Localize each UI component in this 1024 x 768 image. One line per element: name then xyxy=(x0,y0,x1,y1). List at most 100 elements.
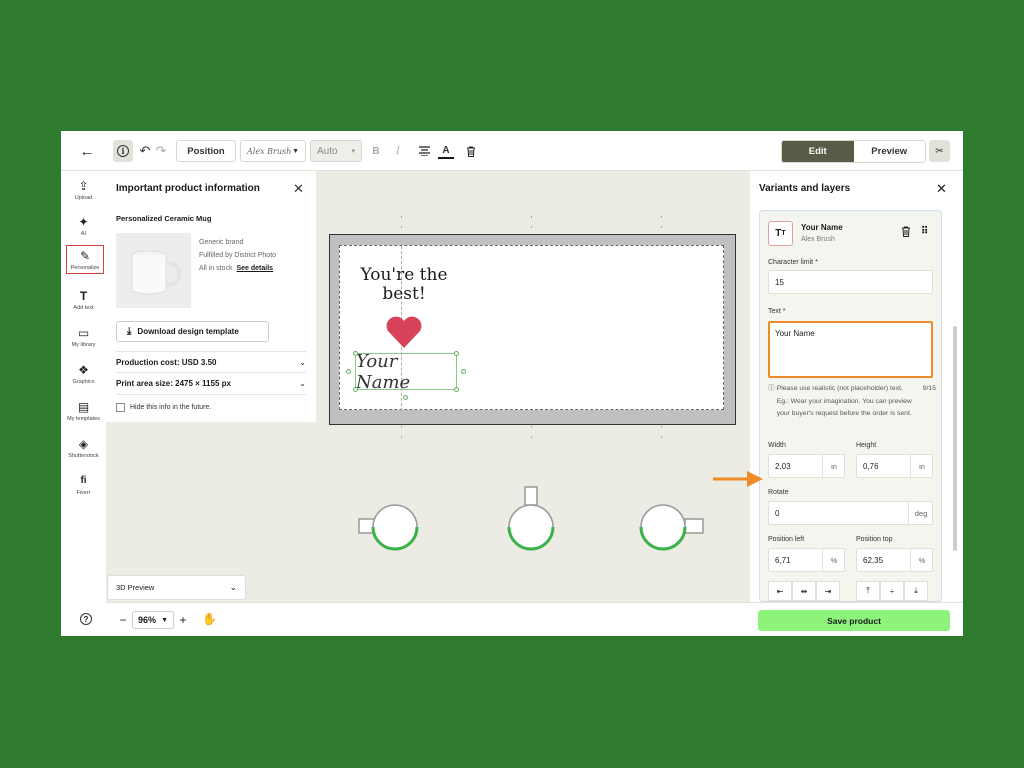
drag-handle-icon[interactable]: ⠿ xyxy=(921,226,928,237)
sidebar-item-label: My library xyxy=(71,342,96,348)
zoom-select[interactable]: 96% ▼ xyxy=(132,611,174,629)
zoom-in-icon[interactable]: + xyxy=(174,611,192,629)
preview-mode-button[interactable]: Preview xyxy=(853,141,925,162)
hide-info-checkbox[interactable] xyxy=(116,403,125,412)
font-size-value: Auto xyxy=(317,145,338,157)
callout-arrow-icon xyxy=(713,471,763,487)
align-center-v-icon[interactable]: ÷ xyxy=(880,581,904,601)
hand-tool-icon[interactable]: ✋ xyxy=(202,612,217,626)
mug-view-center[interactable] xyxy=(507,486,555,551)
chevron-down-icon: ⌄ xyxy=(229,582,237,592)
trash-icon[interactable] xyxy=(464,140,478,162)
resize-handle[interactable] xyxy=(454,351,459,356)
zoom-controls: − 96% ▼ + xyxy=(114,610,192,630)
sidebar-item-add-text[interactable]: T Add text xyxy=(61,289,106,311)
font-size-select[interactable]: Auto ▾ xyxy=(310,140,362,162)
heart-graphic[interactable] xyxy=(384,314,424,350)
product-info-panel: Important product information ✕ Personal… xyxy=(106,171,316,422)
headline-line-1: You're the xyxy=(360,265,448,285)
folder-icon: ▭ xyxy=(77,326,90,340)
close-icon[interactable]: ✕ xyxy=(293,181,304,197)
zoom-out-icon[interactable]: − xyxy=(114,611,132,629)
fiverr-icon: fi xyxy=(80,475,87,486)
text-input[interactable]: Your Name xyxy=(768,321,933,378)
chevron-down-icon: ⌄ xyxy=(299,379,306,388)
back-arrow-icon[interactable]: ← xyxy=(79,140,95,162)
3d-preview-label: 3D Preview xyxy=(116,583,155,592)
position-top-label: Position top xyxy=(856,536,893,543)
sidebar-item-shutterstock[interactable]: ◈ Shutterstock xyxy=(61,437,106,459)
product-image xyxy=(116,233,191,308)
resize-handle[interactable] xyxy=(353,387,358,392)
height-unit: in xyxy=(910,454,933,478)
align-center-h-icon[interactable]: ⇹ xyxy=(792,581,816,601)
resize-handle[interactable] xyxy=(353,351,358,356)
resize-handle[interactable] xyxy=(461,369,466,374)
height-label: Height xyxy=(856,442,877,449)
align-text-icon[interactable] xyxy=(417,140,431,162)
print-area[interactable]: You're the best! Your Name xyxy=(339,245,724,411)
3d-preview-dropdown[interactable]: 3D Preview ⌄ xyxy=(107,575,246,600)
text-icon: T xyxy=(79,289,88,303)
align-right-icon[interactable]: ⇥ xyxy=(816,581,840,601)
info-icon: i xyxy=(117,145,129,157)
info-button[interactable]: i xyxy=(113,140,133,162)
sidebar-item-ai[interactable]: ✦ AI xyxy=(61,215,106,237)
close-icon[interactable]: ✕ xyxy=(936,181,947,197)
bold-button[interactable]: B xyxy=(369,140,383,162)
mode-toggle: Edit Preview xyxy=(781,140,926,163)
sidebar-item-graphics[interactable]: ❖ Graphics xyxy=(61,363,106,385)
position-top-unit: % xyxy=(910,548,933,572)
mug-design-area: You're the best! Your Name xyxy=(329,234,736,425)
sidebar-item-my-library[interactable]: ▭ My library xyxy=(61,326,106,348)
print-area-row[interactable]: Print area size: 2475 × 1155 px ⌄ xyxy=(116,373,306,395)
download-template-button[interactable]: ⤓ Download design template xyxy=(116,321,269,342)
sidebar-item-personalize[interactable]: ✎ Personalize xyxy=(66,245,104,274)
char-count: 9/15 xyxy=(922,385,936,392)
sidebar-item-my-templates[interactable]: ▤ My templates xyxy=(61,400,106,422)
redo-icon[interactable]: ↷ xyxy=(154,140,168,162)
templates-icon: ▤ xyxy=(77,400,90,414)
tools-icon[interactable]: ✂ xyxy=(929,140,950,162)
edit-mode-button[interactable]: Edit xyxy=(782,141,854,162)
chevron-down-icon: ▾ xyxy=(351,148,355,155)
mug-view-right[interactable] xyxy=(639,504,704,551)
char-limit-input[interactable]: 15 xyxy=(768,270,933,294)
help-icon[interactable]: ? xyxy=(80,613,92,625)
panel-scrollbar[interactable] xyxy=(953,326,957,551)
italic-button[interactable]: I xyxy=(391,140,405,162)
layer-font: Alex Brush xyxy=(801,236,835,243)
align-top-icon[interactable]: ⤒ xyxy=(856,581,880,601)
personalize-icon: ✎ xyxy=(79,249,91,263)
product-stock: All in stock xyxy=(199,265,233,272)
design-text-headline[interactable]: You're the best! xyxy=(350,266,458,304)
sidebar-item-fiverr[interactable]: fi Fiverr xyxy=(61,474,106,496)
align-bottom-icon[interactable]: ⤓ xyxy=(904,581,928,601)
hint-text: Please use realistic (not placeholder) t… xyxy=(776,385,912,417)
position-button[interactable]: Position xyxy=(176,140,236,162)
align-left-icon[interactable]: ⇤ xyxy=(768,581,792,601)
sidebar-item-label: Add text xyxy=(73,305,94,311)
horizontal-align-group: ⇤ ⇹ ⇥ xyxy=(768,581,840,601)
trash-icon[interactable] xyxy=(901,226,911,240)
hide-info-checkbox-row[interactable]: Hide this info in the future. xyxy=(116,403,211,412)
rotate-label: Rotate xyxy=(768,489,789,496)
text-hint: ⓘ Please use realistic (not placeholder)… xyxy=(768,383,936,421)
see-details-link[interactable]: See details xyxy=(236,265,273,272)
font-name: Alex Brush xyxy=(247,146,292,156)
layer-header[interactable]: TT Your Name Alex Brush ⠿ xyxy=(768,221,934,251)
save-product-button[interactable]: Save product xyxy=(758,610,950,631)
bottom-bar: − 96% ▼ + ✋ Save product xyxy=(106,602,963,636)
font-select[interactable]: Alex Brush ▼ xyxy=(240,140,306,162)
resize-handle[interactable] xyxy=(454,387,459,392)
text-color-button[interactable]: A xyxy=(438,143,454,159)
graphics-icon: ❖ xyxy=(78,363,89,377)
name-text-layer[interactable]: Your Name xyxy=(355,351,457,393)
resize-handle[interactable] xyxy=(346,369,351,374)
sidebar-item-upload[interactable]: ⇪ Upload xyxy=(61,179,106,201)
undo-icon[interactable]: ↶ xyxy=(138,140,152,162)
editor-app: ← i ↶ ↷ Position Alex Brush ▼ Auto ▾ B I… xyxy=(61,131,963,636)
production-cost-row[interactable]: Production cost: USD 3.50 ⌄ xyxy=(116,351,306,373)
rotate-handle[interactable] xyxy=(403,395,408,400)
mug-view-left[interactable] xyxy=(358,504,419,551)
